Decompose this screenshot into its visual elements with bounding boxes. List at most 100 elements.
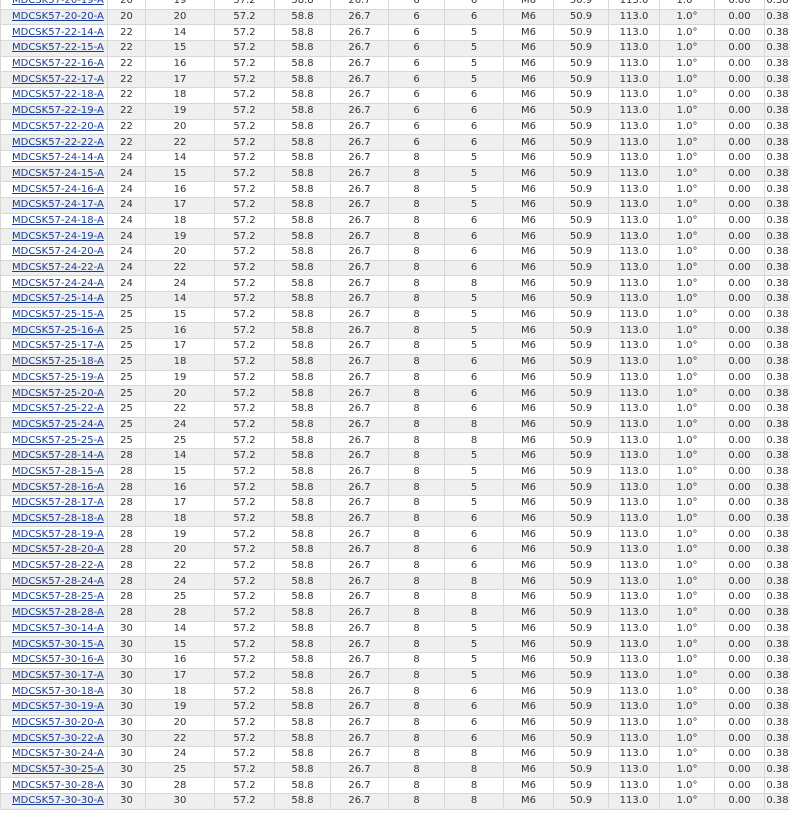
hub-length-cell: 26.7 — [330, 118, 389, 136]
table-row: MDCSK57-28-19-A 28 19 57.2 58.8 26.7 8 6 M6 50.9 1… — [0, 526, 790, 544]
screw-size-cell: M6 — [503, 165, 554, 183]
bore-d1-cell: 30 — [107, 620, 146, 638]
parallel-misalignment-cell: 0.00 — [714, 730, 765, 747]
part-number-link[interactable]: MDCSK57-24-24-A — [12, 278, 104, 289]
parallel-misalignment-cell: 0.00 — [714, 0, 765, 10]
length-cell: 58.8 — [274, 463, 331, 481]
part-number-link[interactable]: MDCSK57-30-16-A — [12, 654, 104, 665]
part-number-link[interactable]: MDCSK57-28-17-A — [12, 497, 104, 508]
part-number-link[interactable]: MDCSK57-22-16-A — [12, 58, 104, 69]
part-number-link[interactable]: MDCSK57-30-15-A — [12, 639, 104, 650]
screw-size-cell: M6 — [503, 196, 554, 214]
outer-diameter-cell: 57.2 — [214, 149, 275, 167]
part-number-link[interactable]: MDCSK57-28-16-A — [12, 482, 104, 493]
bore-d2-cell: 17 — [145, 338, 215, 355]
part-number-link[interactable]: MDCSK57-30-14-A — [12, 623, 104, 634]
part-number-cell: MDCSK57-22-19-A — [0, 102, 108, 120]
part-number-link[interactable]: MDCSK57-24-20-A — [12, 246, 104, 257]
part-number-link[interactable]: MDCSK57-25-15-A — [12, 309, 104, 320]
screw-size-cell: M6 — [503, 0, 554, 10]
part-number-link[interactable]: MDCSK57-30-17-A — [12, 670, 104, 681]
part-number-link[interactable]: MDCSK57-30-25-A — [12, 764, 104, 775]
hub-length-cell: 26.7 — [330, 275, 389, 293]
part-number-link[interactable]: MDCSK57-24-19-A — [12, 231, 104, 242]
stiffness-cell: 113.0 — [608, 400, 660, 418]
hub-length-cell: 26.7 — [330, 71, 389, 89]
torque-cell: 50.9 — [553, 24, 609, 42]
part-number-link[interactable]: MDCSK57-24-16-A — [12, 184, 104, 195]
length-cell: 58.8 — [274, 8, 331, 26]
bore-d2-cell: 15 — [145, 463, 215, 481]
part-number-link[interactable]: MDCSK57-25-22-A — [12, 403, 104, 414]
part-number-link[interactable]: MDCSK57-28-20-A — [12, 544, 104, 555]
outer-diameter-cell: 57.2 — [214, 746, 275, 763]
part-number-link[interactable]: MDCSK57-25-20-A — [12, 388, 104, 399]
part-number-link[interactable]: MDCSK57-30-24-A — [12, 748, 104, 759]
screw-size-cell: M6 — [503, 149, 554, 167]
part-number-cell: MDCSK57-30-15-A — [0, 636, 108, 653]
length-cell: 58.8 — [274, 714, 331, 732]
part-number-link[interactable]: MDCSK57-30-28-A — [12, 780, 104, 791]
part-number-link[interactable]: MDCSK57-28-14-A — [12, 450, 104, 461]
part-number-link[interactable]: MDCSK57-28-15-A — [12, 466, 104, 477]
dim-7-cell: 5 — [444, 463, 504, 481]
torque-cell: 50.9 — [553, 40, 609, 57]
axial-cell: 0.38 — [764, 542, 790, 559]
axial-cell: 0.38 — [764, 573, 790, 591]
part-number-link[interactable]: MDCSK57-30-20-A — [12, 717, 104, 728]
part-number-link[interactable]: MDCSK57-22-14-A — [12, 27, 104, 38]
part-number-link[interactable]: MDCSK57-22-17-A — [12, 74, 104, 85]
outer-diameter-cell: 57.2 — [214, 322, 275, 340]
stiffness-cell: 113.0 — [608, 730, 660, 747]
part-number-link[interactable]: MDCSK57-25-14-A — [12, 293, 104, 304]
part-number-link[interactable]: MDCSK57-24-15-A — [12, 168, 104, 179]
length-cell: 58.8 — [274, 651, 331, 669]
part-number-link[interactable]: MDCSK57-28-22-A — [12, 560, 104, 571]
part-number-link[interactable]: MDCSK57-28-24-A — [12, 576, 104, 587]
part-number-link[interactable]: MDCSK57-25-19-A — [12, 372, 104, 383]
part-number-cell: MDCSK57-25-20-A — [0, 385, 108, 402]
torque-cell: 50.9 — [553, 369, 609, 387]
outer-diameter-cell: 57.2 — [214, 651, 275, 669]
hub-length-cell: 26.7 — [330, 322, 389, 340]
length-cell: 58.8 — [274, 306, 331, 324]
part-number-link[interactable]: MDCSK57-25-18-A — [12, 356, 104, 367]
part-number-link[interactable]: MDCSK57-25-24-A — [12, 419, 104, 430]
part-number-link[interactable]: MDCSK57-22-18-A — [12, 89, 104, 100]
part-number-link[interactable]: MDCSK57-22-15-A — [12, 42, 104, 53]
part-number-link[interactable]: MDCSK57-22-19-A — [12, 105, 104, 116]
part-number-link[interactable]: MDCSK57-25-25-A — [12, 435, 104, 446]
screw-size-cell: M6 — [503, 322, 554, 340]
dim-6-cell: 8 — [388, 212, 445, 230]
part-number-link[interactable]: MDCSK57-30-19-A — [12, 701, 104, 712]
dim-7-cell: 6 — [444, 400, 504, 418]
length-cell: 58.8 — [274, 589, 331, 606]
part-number-link[interactable]: MDCSK57-22-22-A — [12, 137, 104, 148]
part-number-link[interactable]: MDCSK57-24-22-A — [12, 262, 104, 273]
part-number-link[interactable]: MDCSK57-20-20-A — [12, 11, 104, 22]
part-number-link[interactable]: MDCSK57-28-19-A — [12, 529, 104, 540]
torque-cell: 50.9 — [553, 463, 609, 481]
part-number-link[interactable]: MDCSK57-30-22-A — [12, 733, 104, 744]
part-number-link[interactable]: MDCSK57-20-19-A — [12, 0, 104, 6]
outer-diameter-cell: 57.2 — [214, 730, 275, 747]
part-number-link[interactable]: MDCSK57-24-18-A — [12, 215, 104, 226]
angular-misalignment-cell: 1.0° — [659, 573, 715, 591]
part-number-cell: MDCSK57-30-16-A — [0, 651, 108, 669]
part-number-link[interactable]: MDCSK57-24-14-A — [12, 152, 104, 163]
part-number-link[interactable]: MDCSK57-24-17-A — [12, 199, 104, 210]
part-number-link[interactable]: MDCSK57-30-30-A — [12, 795, 104, 806]
screw-size-cell: M6 — [503, 338, 554, 355]
part-number-link[interactable]: MDCSK57-28-28-A — [12, 607, 104, 618]
table-row: MDCSK57-22-20-A 22 20 57.2 58.8 26.7 6 6 M6 50.9 1… — [0, 118, 790, 136]
torque-cell: 50.9 — [553, 244, 609, 261]
part-number-link[interactable]: MDCSK57-25-17-A — [12, 340, 104, 351]
dim-6-cell: 8 — [388, 196, 445, 214]
part-number-link[interactable]: MDCSK57-28-18-A — [12, 513, 104, 524]
part-number-link[interactable]: MDCSK57-22-20-A — [12, 121, 104, 132]
outer-diameter-cell: 57.2 — [214, 667, 275, 685]
dim-6-cell: 6 — [388, 8, 445, 26]
part-number-link[interactable]: MDCSK57-30-18-A — [12, 686, 104, 697]
part-number-link[interactable]: MDCSK57-28-25-A — [12, 591, 104, 602]
part-number-link[interactable]: MDCSK57-25-16-A — [12, 325, 104, 336]
